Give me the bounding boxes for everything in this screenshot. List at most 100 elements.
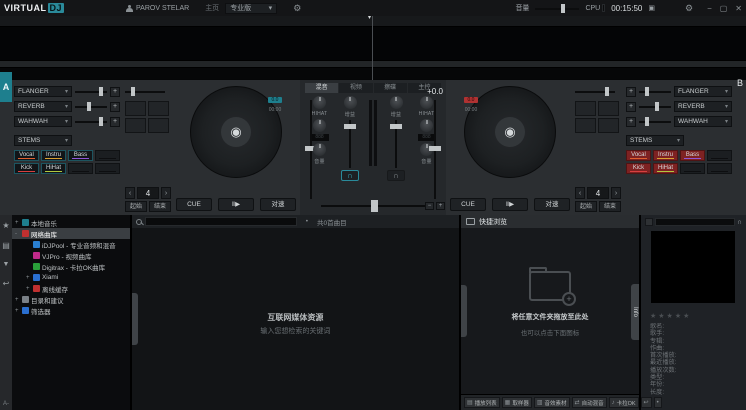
filter-funnel-icon[interactable]: ▼ <box>3 261 10 268</box>
tab-mixer[interactable]: 混音 <box>305 83 338 93</box>
hotcue-pad[interactable] <box>125 118 146 133</box>
loop-half-button[interactable]: ‹ <box>125 187 135 199</box>
stem-vocal-pad[interactable]: Vocal <box>14 150 39 161</box>
tab-scratch[interactable]: 擦碟 <box>374 83 407 93</box>
record-icon[interactable]: ▣ <box>648 4 655 12</box>
stem-empty-pad[interactable] <box>680 163 705 174</box>
stem-bass-pad[interactable]: Bass <box>68 150 93 161</box>
tree-item-online-library[interactable]: - 网络曲库 <box>12 228 130 239</box>
play-pause-button[interactable]: Ⅱ▶ <box>218 198 254 211</box>
pad-param-slider[interactable] <box>575 87 615 96</box>
user-account[interactable]: PAROV STELAR <box>126 5 189 12</box>
star-icon[interactable]: ★ <box>675 312 681 320</box>
fx-amount-slider[interactable] <box>639 87 671 96</box>
sideview-automix-button[interactable]: ⇄ 自动混音 <box>572 397 607 408</box>
filter-knob[interactable] <box>313 143 326 156</box>
tree-item-xiami[interactable]: + Xiami <box>12 272 130 283</box>
fx-add-button[interactable]: + <box>626 102 636 112</box>
fx-select-wahwah[interactable]: WAHWAH▾ <box>14 116 72 127</box>
hotcue-pad[interactable] <box>575 101 596 116</box>
loop-double-button[interactable]: › <box>611 187 621 199</box>
tab-video[interactable]: 视频 <box>339 83 372 93</box>
waveform-overview-strip[interactable] <box>0 16 746 27</box>
hotcue-pad[interactable] <box>598 118 619 133</box>
fx-slider-handle[interactable] <box>99 87 103 96</box>
sideview-playlist-button[interactable]: ▤ 播放列表 <box>464 397 500 408</box>
edition-dropdown[interactable]: 专业版 ▾ <box>225 3 277 14</box>
hotcue-pad[interactable] <box>598 101 619 116</box>
tree-item-digitrax[interactable]: Digitrax - 卡拉OK曲库 <box>12 261 130 272</box>
channel-fader-handle[interactable] <box>390 124 402 129</box>
fx-amount-slider[interactable] <box>75 117 107 126</box>
cue-button[interactable]: CUE <box>176 198 212 211</box>
loop-in-button[interactable]: 起始 <box>575 201 597 212</box>
crossfader[interactable] <box>321 200 425 212</box>
star-icon[interactable]: ★ <box>650 312 656 320</box>
master-volume-slider[interactable] <box>535 4 579 13</box>
waveform-lane-b[interactable] <box>0 68 746 79</box>
pad-slider-handle[interactable] <box>131 87 135 96</box>
loop-size-value[interactable]: 4 <box>587 187 609 199</box>
pitch-minus-button[interactable]: − <box>425 202 434 210</box>
expand-toggle[interactable]: + <box>26 275 31 281</box>
hotcue-pad[interactable] <box>148 118 169 133</box>
stem-kick-pad[interactable]: Kick <box>14 163 39 174</box>
waveform-lane-a[interactable] <box>0 27 746 60</box>
stem-instru-pad[interactable]: Instru <box>653 150 678 161</box>
fx-slider-handle[interactable] <box>87 102 91 111</box>
folder-drop-zone[interactable]: + 将任意文件夹拖放至此处 也可以点击下面图标 <box>461 271 639 337</box>
stem-empty-pad[interactable] <box>95 150 120 161</box>
history-back-icon[interactable]: ↩ <box>3 279 10 288</box>
fx-slider-handle[interactable] <box>645 117 649 126</box>
pad-slider-handle[interactable] <box>605 87 609 96</box>
prelisten-phones-icon[interactable]: ∩ <box>737 219 742 226</box>
loop-out-button[interactable]: 结束 <box>599 201 621 212</box>
fx-add-button[interactable]: + <box>626 117 636 127</box>
gain-knob[interactable] <box>390 96 403 109</box>
tree-item-local-music[interactable]: + 本地音乐 <box>12 217 130 228</box>
channel-a-fader[interactable] <box>343 120 357 168</box>
stem-bass-pad[interactable]: Bass <box>680 150 705 161</box>
stem-instru-pad[interactable]: Instru <box>41 150 66 161</box>
stem-hihat-pad[interactable]: HiHat <box>41 163 66 174</box>
tree-item-idjpool[interactable]: iDJPool - 专业音频和混音 <box>12 239 130 250</box>
pad-param-slider[interactable] <box>125 87 165 96</box>
loop-size-value[interactable]: 4 <box>137 187 159 199</box>
font-size-control[interactable]: A- <box>3 401 9 407</box>
fx-select-wahwah[interactable]: WAHWAH▾ <box>674 116 732 127</box>
sideview-more-button[interactable]: ↩ <box>641 397 652 408</box>
favorites-star-icon[interactable]: ★ <box>2 221 9 230</box>
pfl-a-button[interactable]: ∩ <box>341 170 359 181</box>
fx-select-flanger[interactable]: FLANGER▾ <box>674 86 732 97</box>
fx-knob[interactable] <box>313 96 326 109</box>
fx-amount-slider[interactable] <box>639 102 671 111</box>
fx-add-button[interactable]: + <box>110 87 120 97</box>
maximize-button[interactable]: ▢ <box>720 4 728 13</box>
playlist-card-icon[interactable]: ▤ <box>2 241 10 250</box>
close-button[interactable]: ✕ <box>735 4 742 13</box>
pitch-fader-handle[interactable] <box>429 146 441 151</box>
fx-slider-handle[interactable] <box>99 117 103 126</box>
hotcue-pad[interactable] <box>148 101 169 116</box>
expand-toggle[interactable]: - <box>15 231 20 237</box>
hotcue-pad[interactable] <box>575 118 596 133</box>
expand-toggle[interactable]: + <box>15 220 20 226</box>
fx-amount-slider[interactable] <box>75 87 107 96</box>
stem-vocal-pad[interactable]: Vocal <box>626 150 651 161</box>
fx-slider-handle[interactable] <box>655 102 659 111</box>
stem-hihat-pad[interactable]: HiHat <box>653 163 678 174</box>
home-label[interactable]: 主页 <box>205 3 219 13</box>
pfl-b-button[interactable]: ∩ <box>387 170 405 181</box>
tree-item-vjpro[interactable]: VJPro - 视频曲库 <box>12 250 130 261</box>
sync-button[interactable]: 对速 <box>534 198 570 211</box>
stem-empty-pad[interactable] <box>707 163 732 174</box>
expand-toggle[interactable]: + <box>15 297 20 303</box>
loop-out-button[interactable]: 结束 <box>149 201 171 212</box>
fx-select-flanger[interactable]: FLANGER▾ <box>14 86 72 97</box>
loop-in-button[interactable]: 起始 <box>125 201 147 212</box>
fx-add-button[interactable]: + <box>110 102 120 112</box>
sideview-effects-button[interactable]: ▥ 音效素材 <box>534 397 570 408</box>
track-list-body[interactable]: 互联网媒体资源 输入您想检索的关键词 <box>132 228 459 410</box>
expand-toggle[interactable]: + <box>26 286 31 292</box>
stems-select[interactable]: STEMS▾ <box>626 135 684 146</box>
